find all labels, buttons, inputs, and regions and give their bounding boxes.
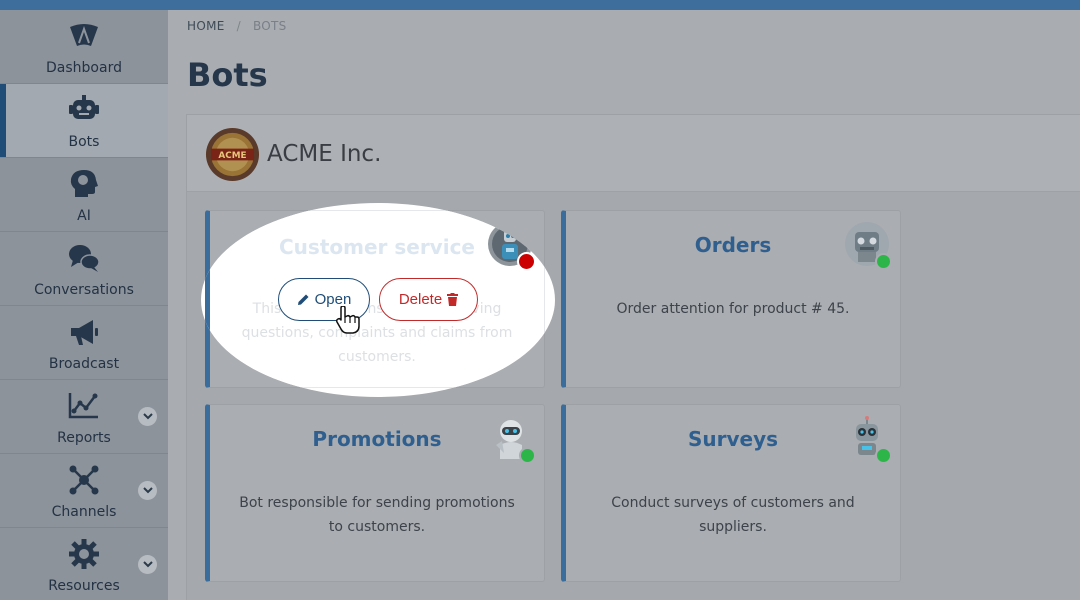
sidebar-item-label: Channels: [51, 504, 117, 520]
chart-line-icon: [68, 393, 98, 419]
sidebar-item-reports[interactable]: Reports: [0, 380, 168, 454]
status-online-dot: [875, 447, 892, 464]
bot-card-description: Conduct surveys of customers and supplie…: [611, 495, 855, 535]
bot-card-description: This bot is responsible for receiving qu…: [241, 301, 513, 365]
trash-icon: [447, 293, 459, 306]
page-title: Bots: [187, 56, 268, 94]
chevron-down-icon[interactable]: [138, 407, 157, 426]
bot-card-promotions[interactable]: Promotions Bot responsible for sending p…: [205, 404, 545, 582]
sidebar-item-resources[interactable]: Resources: [0, 528, 168, 600]
sidebar-item-label: Reports: [57, 430, 111, 446]
sidebar-item-label: Resources: [48, 578, 120, 594]
bot-card-surveys[interactable]: Surveys Conduct surveys of customers and…: [561, 404, 901, 582]
sidebar-item-channels[interactable]: Channels: [0, 454, 168, 528]
bot-card-orders[interactable]: Orders Order attention for product # 45.: [561, 210, 901, 388]
sidebar-item-broadcast[interactable]: Broadcast: [0, 306, 168, 380]
hand-pointer-cursor-icon: [335, 306, 360, 334]
pencil-icon: [297, 294, 309, 305]
chevron-down-icon[interactable]: [138, 555, 157, 574]
sidebar-item-dashboard[interactable]: Dashboard: [0, 10, 168, 84]
svg-text:ACME: ACME: [218, 151, 246, 161]
chat-bubbles-icon: [69, 245, 100, 272]
breadcrumb-home[interactable]: HOME: [187, 19, 225, 33]
sidebar-item-ai[interactable]: AI: [0, 158, 168, 232]
network-hub-icon: [69, 465, 99, 495]
bot-card-description: Order attention for product # 45.: [616, 301, 850, 317]
status-online-dot: [875, 253, 892, 270]
sidebar-item-label: Bots: [68, 134, 100, 150]
sidebar-item-label: Dashboard: [46, 60, 122, 76]
sidebar: Dashboard Bots AI Conversations Broadcas…: [0, 10, 168, 600]
gear-icon: [69, 539, 99, 569]
delete-button[interactable]: Delete: [379, 278, 478, 321]
breadcrumb: HOME / BOTS: [187, 19, 287, 33]
company-name: ACME Inc.: [267, 141, 382, 167]
robot-icon: [69, 95, 99, 119]
breadcrumb-current: BOTS: [252, 19, 287, 33]
company-logo: ACME: [205, 127, 260, 182]
status-online-dot: [519, 447, 536, 464]
sidebar-item-bots[interactable]: Bots: [0, 84, 168, 158]
sidebar-item-label: Conversations: [34, 282, 134, 298]
status-offline-dot: [517, 252, 536, 271]
sidebar-item-conversations[interactable]: Conversations: [0, 232, 168, 306]
dashboard-gauge-icon: [70, 24, 98, 46]
panel-header: ACME ACME Inc.: [187, 115, 1080, 192]
megaphone-icon: [71, 320, 98, 345]
head-brain-icon: [70, 170, 98, 197]
chevron-down-icon[interactable]: [138, 481, 157, 500]
breadcrumb-separator: /: [236, 19, 241, 33]
sidebar-item-label: Broadcast: [48, 356, 120, 372]
bot-card-description: Bot responsible for sending promotions t…: [239, 495, 515, 535]
top-bar: [0, 0, 1080, 10]
sidebar-item-label: AI: [77, 208, 91, 224]
delete-button-label: Delete: [398, 291, 443, 308]
spotlight-highlight: Customer service This bot is responsible…: [201, 203, 555, 397]
